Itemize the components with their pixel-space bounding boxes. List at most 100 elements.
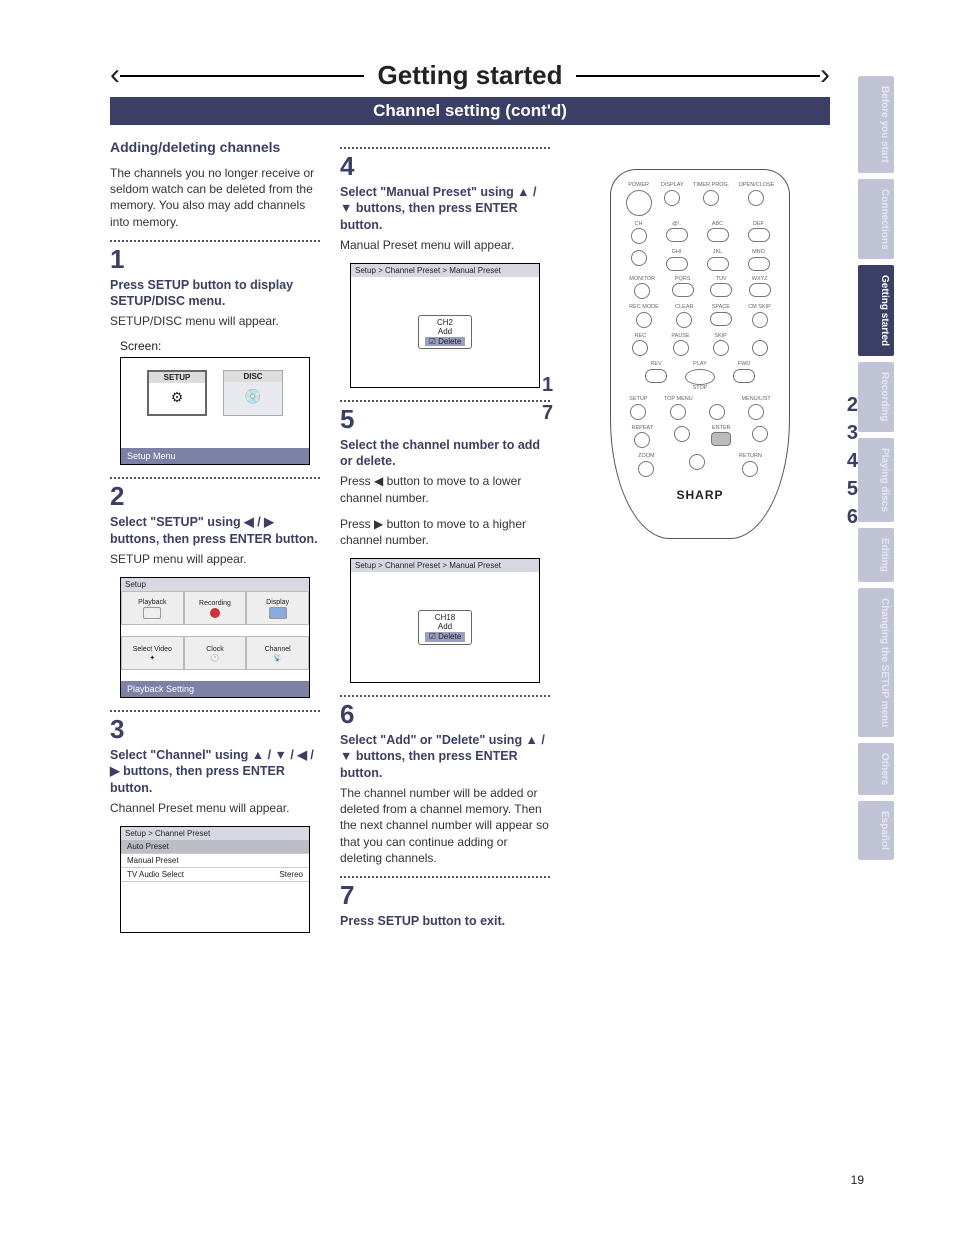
tab-playing-discs[interactable]: Playing discs bbox=[858, 438, 894, 522]
step-number: 2 bbox=[110, 481, 320, 512]
tab-connections[interactable]: Connections bbox=[858, 179, 894, 260]
callout-num: 3 bbox=[847, 419, 858, 447]
zoom-button[interactable] bbox=[638, 461, 654, 477]
cmskip-button[interactable] bbox=[752, 312, 768, 328]
up-button[interactable] bbox=[709, 404, 725, 420]
play-button[interactable] bbox=[685, 369, 715, 385]
callout-num: 5 bbox=[847, 475, 858, 503]
topmenu-button[interactable] bbox=[670, 404, 686, 420]
step-number: 7 bbox=[340, 880, 550, 911]
callout-num: 1 bbox=[542, 371, 553, 399]
clear-button[interactable] bbox=[676, 312, 692, 328]
tab-espanol[interactable]: Español bbox=[858, 801, 894, 860]
section-title: Getting started bbox=[364, 60, 577, 91]
down-button[interactable] bbox=[689, 454, 705, 470]
display-button[interactable] bbox=[664, 190, 680, 206]
antenna-icon: 📡 bbox=[273, 654, 282, 662]
skip-next-button[interactable] bbox=[752, 340, 768, 356]
num-4-button[interactable] bbox=[666, 257, 688, 271]
rev-button[interactable] bbox=[645, 369, 667, 383]
step-title: Press SETUP button to display SETUP/DISC… bbox=[110, 277, 320, 310]
tab-recording[interactable]: Recording bbox=[858, 362, 894, 431]
chevron-left-icon: ‹ bbox=[110, 65, 120, 85]
tile-disc: DISC 💿 bbox=[223, 370, 283, 416]
brand-logo: SHARP bbox=[676, 488, 723, 502]
screen-mock-manual-preset-2: Setup > Channel Preset > Manual Preset C… bbox=[350, 558, 540, 683]
left-button[interactable] bbox=[674, 426, 690, 442]
num-5-button[interactable] bbox=[707, 257, 729, 271]
tab-editing[interactable]: Editing bbox=[858, 528, 894, 582]
repeat-button[interactable] bbox=[634, 432, 650, 448]
monitor-button[interactable] bbox=[634, 283, 650, 299]
num-8-button[interactable] bbox=[710, 283, 732, 297]
step-number: 6 bbox=[340, 699, 550, 730]
screen-mock-setup-grid: Setup Playback Recording Display Select … bbox=[120, 577, 310, 698]
separator bbox=[340, 695, 550, 697]
num-9-button[interactable] bbox=[749, 283, 771, 297]
rule bbox=[576, 75, 820, 77]
mock-header: Setup bbox=[121, 578, 309, 591]
screen-mock-channel-preset: Setup > Channel Preset Auto Preset Manua… bbox=[120, 826, 310, 933]
mock-header: Setup > Channel Preset > Manual Preset bbox=[351, 264, 539, 277]
topic-heading: Adding/deleting channels bbox=[110, 139, 320, 155]
menulist-button[interactable] bbox=[748, 404, 764, 420]
column-right: 1 7 2 3 4 5 6 POWER DISPLAY TIMER PROG. … bbox=[570, 139, 830, 945]
right-button[interactable] bbox=[752, 426, 768, 442]
list-row: TV Audio SelectStereo bbox=[121, 868, 309, 882]
num-0-button[interactable] bbox=[710, 312, 732, 326]
rule bbox=[120, 75, 364, 77]
num-3-button[interactable] bbox=[748, 228, 770, 242]
callout-num: 6 bbox=[847, 503, 858, 531]
column-left: Adding/deleting channels The channels yo… bbox=[110, 139, 320, 945]
ch-down-button[interactable] bbox=[631, 250, 647, 266]
step-title: Press SETUP button to exit. bbox=[340, 913, 550, 929]
return-button[interactable] bbox=[742, 461, 758, 477]
ch-up-button[interactable] bbox=[631, 228, 647, 244]
step-title: Select "SETUP" using ◀ / ▶ buttons, then… bbox=[110, 514, 320, 547]
list-row: Auto Preset bbox=[121, 840, 309, 854]
pause-button[interactable] bbox=[673, 340, 689, 356]
subsection-title: Channel setting (cont'd) bbox=[110, 97, 830, 125]
power-button[interactable] bbox=[626, 190, 652, 216]
tab-before-you-start[interactable]: Before you start bbox=[858, 76, 894, 173]
fwd-button[interactable] bbox=[733, 369, 755, 383]
callout-num: 2 bbox=[847, 391, 858, 419]
separator bbox=[340, 147, 550, 149]
tab-setup-menu[interactable]: Changing the SETUP menu bbox=[858, 588, 894, 737]
playback-icon bbox=[143, 607, 161, 619]
step-text: SETUP/DISC menu will appear. bbox=[110, 313, 320, 329]
skip-prev-button[interactable] bbox=[713, 340, 729, 356]
num-2-button[interactable] bbox=[707, 228, 729, 242]
record-icon bbox=[210, 608, 220, 618]
side-tabs: Before you start Connections Getting sta… bbox=[858, 76, 894, 860]
setup-icon: ⚙ bbox=[149, 383, 205, 406]
recmode-button[interactable] bbox=[636, 312, 652, 328]
separator bbox=[110, 477, 320, 479]
check-icon: ☑ bbox=[429, 337, 436, 346]
tab-others[interactable]: Others bbox=[858, 743, 894, 795]
tab-getting-started[interactable]: Getting started bbox=[858, 265, 894, 356]
screen-mock-manual-preset-1: Setup > Channel Preset > Manual Preset C… bbox=[350, 263, 540, 388]
num-1-button[interactable] bbox=[666, 228, 688, 242]
step-text: Manual Preset menu will appear. bbox=[340, 237, 550, 253]
separator bbox=[340, 876, 550, 878]
mock-footer: Setup Menu bbox=[121, 448, 309, 464]
channel-box: CH2 Add ☑ Delete bbox=[418, 315, 473, 350]
separator bbox=[110, 710, 320, 712]
num-7-button[interactable] bbox=[672, 283, 694, 297]
step-title: Select "Manual Preset" using ▲ / ▼ butto… bbox=[340, 184, 550, 233]
grid-cell: Select Video✦ bbox=[121, 636, 184, 670]
setup-button[interactable] bbox=[630, 404, 646, 420]
open-close-button[interactable] bbox=[748, 190, 764, 206]
screen-mock-setup-disc: SETUP ⚙ DISC 💿 Setup Menu bbox=[120, 357, 310, 465]
page-content: ‹ Getting started › Channel setting (con… bbox=[110, 60, 830, 945]
rec-button[interactable] bbox=[632, 340, 648, 356]
disc-icon: 💿 bbox=[224, 382, 282, 405]
timer-prog-button[interactable] bbox=[703, 190, 719, 206]
num-6-button[interactable] bbox=[748, 257, 770, 271]
section-title-bar: ‹ Getting started › bbox=[110, 60, 830, 91]
callout-num: 4 bbox=[847, 447, 858, 475]
enter-button[interactable] bbox=[711, 432, 731, 446]
grid-cell: Channel📡 bbox=[246, 636, 309, 670]
channel-box: CH18 Add ☑ Delete bbox=[418, 610, 473, 645]
